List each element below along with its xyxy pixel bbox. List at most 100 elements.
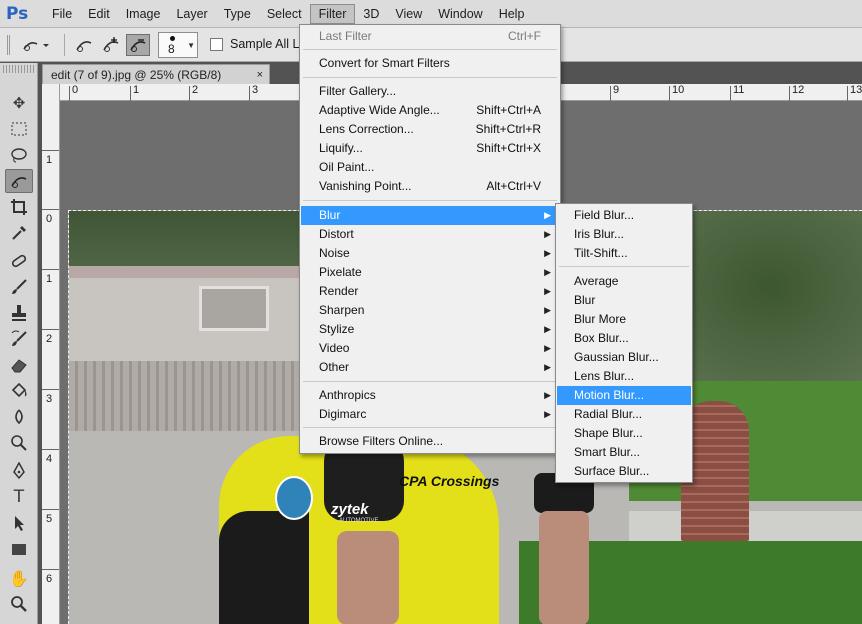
menu-item-blur[interactable]: Blur ▶ bbox=[301, 206, 559, 225]
menu-item-label: Browse Filters Online... bbox=[319, 434, 444, 448]
menu-view[interactable]: View bbox=[387, 4, 430, 24]
clone-stamp-tool-icon[interactable] bbox=[5, 301, 33, 325]
healing-brush-tool-icon[interactable] bbox=[5, 249, 33, 273]
menu-layer[interactable]: Layer bbox=[168, 4, 215, 24]
subtract-from-selection-icon[interactable] bbox=[126, 34, 150, 56]
new-selection-brush-icon[interactable] bbox=[72, 34, 96, 56]
menu-item-surface-blur[interactable]: Surface Blur... bbox=[557, 462, 691, 481]
menu-item-vanishing-point[interactable]: Vanishing Point... Alt+Ctrl+V bbox=[301, 177, 559, 196]
menu-item-render[interactable]: Render ▶ bbox=[301, 282, 559, 301]
history-brush-tool-icon[interactable] bbox=[5, 327, 33, 351]
menu-edit[interactable]: Edit bbox=[80, 4, 118, 24]
menu-item-convert-smart-filters[interactable]: Convert for Smart Filters bbox=[301, 54, 559, 73]
menu-item-pixelate[interactable]: Pixelate ▶ bbox=[301, 263, 559, 282]
menu-item-label: Oil Paint... bbox=[319, 160, 375, 174]
tool-preset-picker[interactable] bbox=[18, 34, 52, 56]
eyedropper-tool-icon[interactable] bbox=[5, 221, 33, 245]
brush-tool-icon[interactable] bbox=[5, 275, 33, 299]
menu-select[interactable]: Select bbox=[259, 4, 310, 24]
menu-item-filter-gallery[interactable]: Filter Gallery... bbox=[301, 82, 559, 101]
add-to-selection-icon[interactable] bbox=[99, 34, 123, 56]
menu-item-noise[interactable]: Noise ▶ bbox=[301, 244, 559, 263]
menu-item-distort[interactable]: Distort ▶ bbox=[301, 225, 559, 244]
menu-item-box-blur[interactable]: Box Blur... bbox=[557, 329, 691, 348]
paint-bucket-tool-icon[interactable] bbox=[5, 379, 33, 403]
menu-item-liquify[interactable]: Liquify... Shift+Ctrl+X bbox=[301, 139, 559, 158]
pen-tool-icon[interactable] bbox=[5, 459, 33, 483]
quick-selection-tool-icon[interactable] bbox=[5, 169, 33, 193]
rider-arm bbox=[337, 531, 399, 624]
rectangle-tool-icon[interactable] bbox=[5, 537, 33, 561]
menu-item-adaptive-wide-angle[interactable]: Adaptive Wide Angle... Shift+Ctrl+A bbox=[301, 101, 559, 120]
menu-separator bbox=[303, 49, 557, 50]
menu-item-label: Distort bbox=[319, 227, 354, 241]
menu-item-lens-blur[interactable]: Lens Blur... bbox=[557, 367, 691, 386]
menu-item-tilt-shift[interactable]: Tilt-Shift... bbox=[557, 244, 691, 263]
menu-3d[interactable]: 3D bbox=[355, 4, 387, 24]
jersey-badge bbox=[275, 476, 313, 520]
menu-item-blur-filter[interactable]: Blur bbox=[557, 291, 691, 310]
menu-item-motion-blur[interactable]: Motion Blur... bbox=[557, 386, 691, 405]
ruler-tick-label: 12 bbox=[788, 84, 805, 101]
rider-right-arm bbox=[539, 511, 589, 624]
tools-panel: ✥ T ✋ bbox=[0, 63, 38, 624]
menu-item-label: Stylize bbox=[319, 322, 355, 336]
menu-item-oil-paint[interactable]: Oil Paint... bbox=[301, 158, 559, 177]
lasso-tool-icon[interactable] bbox=[5, 143, 33, 167]
menu-window[interactable]: Window bbox=[430, 4, 490, 24]
submenu-arrow-icon: ▶ bbox=[544, 409, 551, 419]
menu-filter[interactable]: Filter bbox=[309, 3, 356, 24]
menu-item-average[interactable]: Average bbox=[557, 272, 691, 291]
menu-item-anthropics[interactable]: Anthropics ▶ bbox=[301, 386, 559, 405]
roof bbox=[69, 266, 319, 278]
menu-item-label: Lens Correction... bbox=[319, 122, 414, 136]
ruler-tick-label: 2 bbox=[188, 84, 199, 101]
dodge-tool-icon[interactable] bbox=[5, 431, 33, 455]
path-selection-tool-icon[interactable] bbox=[5, 511, 33, 535]
sample-all-layers-label: Sample All L bbox=[230, 37, 300, 51]
ruler-tick-label: 6 bbox=[41, 569, 60, 585]
menu-item-blur-more[interactable]: Blur More bbox=[557, 310, 691, 329]
close-icon[interactable]: × bbox=[257, 65, 263, 85]
menu-item-sharpen[interactable]: Sharpen ▶ bbox=[301, 301, 559, 320]
menu-item-smart-blur[interactable]: Smart Blur... bbox=[557, 443, 691, 462]
menu-help[interactable]: Help bbox=[491, 4, 533, 24]
panel-grip bbox=[3, 65, 34, 73]
type-tool-icon[interactable]: T bbox=[5, 485, 33, 509]
blur-tool-icon[interactable] bbox=[5, 405, 33, 429]
menu-item-label: Adaptive Wide Angle... bbox=[319, 103, 440, 117]
menu-item-stylize[interactable]: Stylize ▶ bbox=[301, 320, 559, 339]
menu-item-radial-blur[interactable]: Radial Blur... bbox=[557, 405, 691, 424]
hand-tool-icon[interactable]: ✋ bbox=[5, 566, 33, 590]
eraser-tool-icon[interactable] bbox=[5, 353, 33, 377]
menu-item-gaussian-blur[interactable]: Gaussian Blur... bbox=[557, 348, 691, 367]
ruler-tick-label: 5 bbox=[41, 509, 60, 525]
menu-item-last-filter[interactable]: Last Filter Ctrl+F bbox=[301, 27, 559, 46]
menu-item-other[interactable]: Other ▶ bbox=[301, 358, 559, 377]
menu-item-shape-blur[interactable]: Shape Blur... bbox=[557, 424, 691, 443]
menu-item-lens-correction[interactable]: Lens Correction... Shift+Ctrl+R bbox=[301, 120, 559, 139]
zoom-tool-icon[interactable] bbox=[5, 592, 33, 616]
brush-size-picker[interactable]: 8 ▼ bbox=[158, 32, 198, 58]
filter-menu: Last Filter Ctrl+F Convert for Smart Fil… bbox=[299, 24, 561, 454]
menu-image[interactable]: Image bbox=[118, 4, 169, 24]
menu-item-field-blur[interactable]: Field Blur... bbox=[557, 206, 691, 225]
menu-file[interactable]: File bbox=[44, 4, 80, 24]
move-tool-icon[interactable]: ✥ bbox=[5, 91, 33, 115]
marquee-tool-icon[interactable] bbox=[5, 117, 33, 141]
menu-item-iris-blur[interactable]: Iris Blur... bbox=[557, 225, 691, 244]
document-tab[interactable]: edit (7 of 9).jpg @ 25% (RGB/8) × bbox=[42, 64, 270, 84]
ruler-tick-label: 1 bbox=[41, 150, 60, 166]
menu-item-digimarc[interactable]: Digimarc ▶ bbox=[301, 405, 559, 424]
shortcut-label: Ctrl+F bbox=[508, 29, 541, 43]
menu-type[interactable]: Type bbox=[216, 4, 259, 24]
crop-tool-icon[interactable] bbox=[5, 195, 33, 219]
ruler-tick-label: 1 bbox=[41, 269, 60, 285]
menu-item-label: Noise bbox=[319, 246, 350, 260]
submenu-arrow-icon: ▶ bbox=[544, 248, 551, 258]
sample-all-layers-checkbox[interactable] bbox=[210, 38, 223, 51]
menu-separator bbox=[559, 266, 689, 267]
menu-item-video[interactable]: Video ▶ bbox=[301, 339, 559, 358]
ruler-tick-label: 13 bbox=[846, 84, 862, 101]
menu-item-browse-filters-online[interactable]: Browse Filters Online... bbox=[301, 432, 559, 451]
